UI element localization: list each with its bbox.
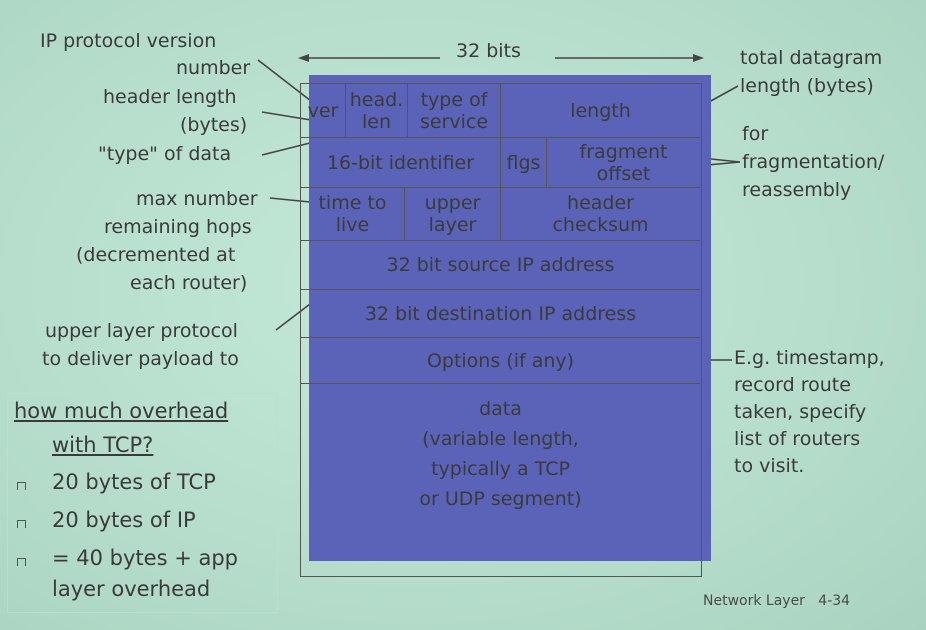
label-fragmentation-3: reassembly xyxy=(742,179,852,201)
bullet-icon xyxy=(17,520,26,528)
label-ip-version-1: IP protocol version xyxy=(40,30,217,52)
head-len-line2: len xyxy=(361,110,391,133)
label-type-of-data: "type" of data xyxy=(98,143,232,165)
data-line3: typically a TCP xyxy=(431,458,570,480)
field-identifier: 16-bit identifier xyxy=(301,138,501,188)
label-total-length-2: length (bytes) xyxy=(740,75,874,97)
field-type-of-service: type of service xyxy=(408,84,501,138)
label-max-hops-4: each router) xyxy=(130,272,248,294)
data-line2: (variable length, xyxy=(422,428,579,450)
field-head-len: head. len xyxy=(346,84,408,138)
label-header-length-2: (bytes) xyxy=(180,114,248,136)
ttl-line2: live xyxy=(335,214,370,236)
field-ttl: time to live xyxy=(301,188,405,241)
field-options: Options (if any) xyxy=(301,338,700,384)
tos-line2: service xyxy=(419,110,489,133)
label-options-note-4: list of routers xyxy=(734,428,861,450)
upper-line1: upper xyxy=(424,192,481,214)
field-upper-layer: upper layer xyxy=(405,188,501,241)
label-max-hops-1: max number xyxy=(136,188,258,210)
frag-line2: offset xyxy=(596,162,651,185)
bullet-icon xyxy=(17,558,26,566)
tos-line1: type of xyxy=(420,88,488,111)
overhead-question-2: with TCP? xyxy=(52,433,154,457)
field-length: length xyxy=(501,84,700,138)
upper-line2: layer xyxy=(428,214,477,236)
field-ver: ver xyxy=(301,84,346,138)
overhead-question-1: how much overhead xyxy=(14,399,229,423)
ttl-line1: time to xyxy=(318,192,387,214)
field-destination-ip: 32 bit destination IP address xyxy=(301,290,700,338)
frag-line1: fragment xyxy=(579,140,668,163)
data-line1: data xyxy=(479,398,522,420)
field-data: data (variable length, typically a TCP o… xyxy=(301,384,700,574)
ip-datagram-table: ver head. len type of service length 16-… xyxy=(300,83,702,577)
label-fragmentation-2: fragmentation/ xyxy=(742,151,885,173)
label-options-note-5: to visit. xyxy=(734,455,805,477)
label-ip-version-2: number xyxy=(176,57,251,79)
field-flags: flgs xyxy=(501,138,547,188)
checksum-line2: checksum xyxy=(552,214,649,236)
label-header-length-1: header length xyxy=(103,86,237,108)
label-upper-layer-1: upper layer protocol xyxy=(45,320,238,342)
label-total-length-1: total datagram xyxy=(740,47,883,69)
label-upper-layer-2: to deliver payload to xyxy=(42,348,239,370)
overhead-item-4: layer overhead xyxy=(52,577,211,601)
overhead-item-1: 20 bytes of TCP xyxy=(52,470,216,494)
bullet-icon xyxy=(17,482,26,490)
overhead-item-2: 20 bytes of IP xyxy=(52,508,196,532)
head-len-line1: head. xyxy=(349,88,404,111)
overhead-item-3: = 40 bytes + app xyxy=(52,546,238,570)
field-source-ip: 32 bit source IP address xyxy=(301,241,700,290)
label-options-note-2: record route xyxy=(734,374,851,396)
label-max-hops-3: (decremented at xyxy=(76,244,236,266)
slide-footer: Network Layer 4-34 xyxy=(703,593,851,609)
label-options-note-3: taken, specify xyxy=(734,401,867,423)
label-fragmentation-1: for xyxy=(742,123,769,145)
field-checksum: header checksum xyxy=(501,188,700,241)
label-options-note-1: E.g. timestamp, xyxy=(734,347,885,369)
data-line4: or UDP segment) xyxy=(419,488,582,510)
field-fragment-offset: fragment offset xyxy=(547,138,700,188)
checksum-line1: header xyxy=(567,192,634,214)
label-max-hops-2: remaining hops xyxy=(104,216,252,238)
bits-label: 32 bits xyxy=(456,40,521,62)
